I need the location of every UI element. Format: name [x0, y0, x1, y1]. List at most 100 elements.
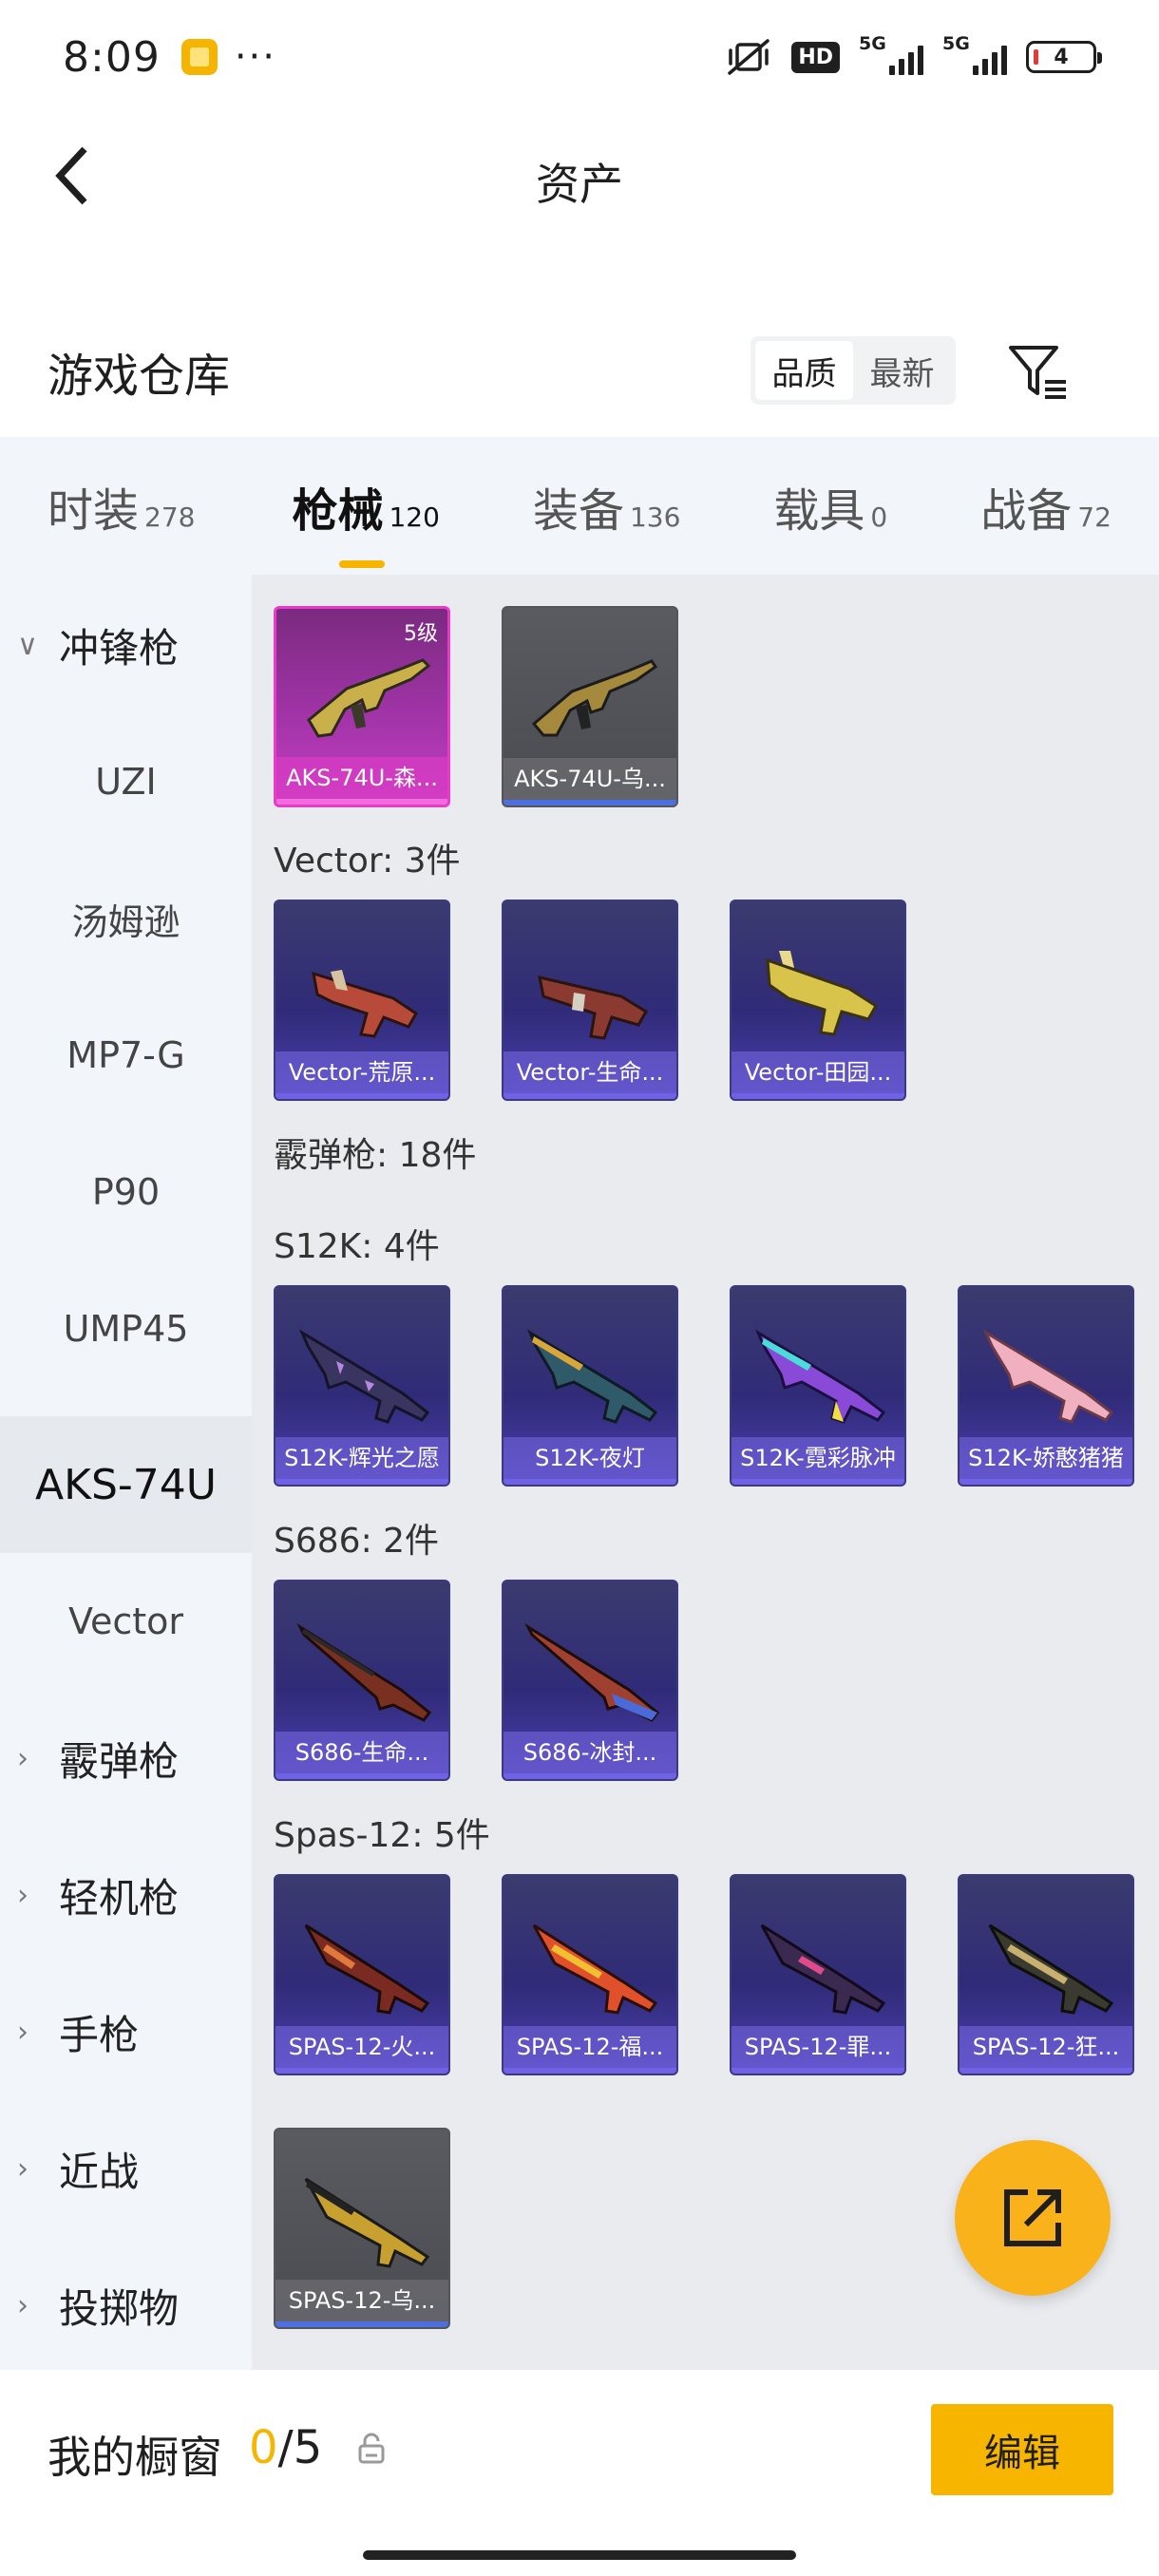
- weapon-card[interactable]: S686-冰封...: [502, 1580, 678, 1781]
- notification-app-icon: [180, 39, 218, 75]
- sidebar-item-mp7g[interactable]: MP7-G: [0, 987, 252, 1124]
- weapon-card[interactable]: Vector-田园...: [730, 900, 906, 1101]
- tab-count: 136: [629, 501, 681, 533]
- weapon-name: SPAS-12-福...: [504, 2026, 676, 2068]
- sidebar-item-label: 近战: [59, 2148, 140, 2195]
- weapon-card[interactable]: Vector-生命...: [502, 900, 678, 1101]
- sidebar-item-ump45[interactable]: UMP45: [0, 1260, 252, 1397]
- weapon-card[interactable]: S12K-夜灯: [502, 1285, 678, 1487]
- chevron-right-icon: ›: [17, 1878, 28, 1912]
- app-header: 资产: [0, 114, 1159, 242]
- edit-button[interactable]: 编辑: [931, 2404, 1113, 2495]
- sidebar-item-aks74u[interactable]: AKS-74U: [0, 1416, 252, 1553]
- chevron-right-icon: ›: [17, 2288, 28, 2322]
- weapon-card[interactable]: 5级 AKS-74U-森...: [274, 606, 450, 807]
- sidebar-item-uzi[interactable]: UZI: [0, 713, 252, 850]
- shotgun-icon: [526, 1329, 658, 1424]
- status-time: 8:09: [63, 32, 161, 82]
- home-indicator[interactable]: [363, 2550, 796, 2560]
- shotgun-icon: [988, 1923, 1114, 2015]
- sidebar-item-throwables[interactable]: › 投掷物: [0, 2237, 252, 2374]
- tab-equipment[interactable]: 装备 136: [533, 473, 680, 540]
- battery-icon: 4: [1026, 41, 1102, 73]
- tab-label: 枪械: [292, 483, 384, 538]
- showcase-count-total: /5: [277, 2421, 323, 2474]
- weapon-card[interactable]: SPAS-12-乌...: [274, 2128, 450, 2329]
- sidebar-item-label: 投掷物: [59, 2284, 180, 2332]
- tab-count: 120: [389, 501, 440, 533]
- weapon-card[interactable]: SPAS-12-罪...: [730, 1874, 906, 2075]
- weapon-card[interactable]: SPAS-12-狂...: [958, 1874, 1134, 2075]
- rifle-icon: [307, 658, 431, 738]
- chevron-right-icon: ›: [17, 2151, 28, 2186]
- tab-label: 载具: [773, 483, 865, 538]
- weapon-name: AKS-74U-乌...: [504, 758, 676, 800]
- status-bar: 8:09 ··· HD 5G 5G 4: [0, 0, 1159, 114]
- filter-icon: [1009, 346, 1066, 399]
- signal-strength-icon: 5G: [942, 33, 1007, 75]
- tab-label: 战备: [980, 483, 1073, 538]
- shotgun-icon: [296, 1622, 432, 1722]
- weapon-card[interactable]: S686-生命...: [274, 1580, 450, 1781]
- weapon-name: SPAS-12-火...: [276, 2026, 448, 2068]
- tab-count: 278: [144, 501, 196, 533]
- rifle-icon: [531, 659, 658, 737]
- weapon-name: SPAS-12-乌...: [276, 2280, 448, 2321]
- tab-supplies[interactable]: 战备 72: [980, 473, 1112, 540]
- showcase-count-current: 0: [249, 2421, 278, 2474]
- smg-icon: [538, 975, 649, 1040]
- tab-label: 装备: [532, 483, 624, 538]
- lock-icon: [358, 2433, 385, 2464]
- hd-voice-badge: HD: [791, 41, 840, 73]
- share-button[interactable]: [955, 2140, 1111, 2296]
- sidebar-item-label: 手枪: [59, 2011, 140, 2058]
- sidebar-item-label: Vector: [67, 1601, 184, 1642]
- sidebar-item-lmg[interactable]: › 轻机枪: [0, 1827, 252, 1963]
- shotgun-icon: [304, 2177, 430, 2268]
- weapon-card[interactable]: SPAS-12-火...: [274, 1874, 450, 2075]
- sidebar-item-thompson[interactable]: 汤姆逊: [0, 850, 252, 987]
- filter-button[interactable]: [1007, 340, 1070, 403]
- weapon-card[interactable]: Vector-荒原...: [274, 900, 450, 1101]
- shotgun-icon: [760, 1923, 886, 2015]
- sidebar-item-label: 汤姆逊: [71, 900, 180, 943]
- warehouse-title: 游戏仓库: [48, 350, 231, 403]
- sidebar-item-label: 轻机枪: [59, 1874, 180, 1922]
- weapon-name: AKS-74U-森...: [276, 757, 447, 799]
- tab-count: 72: [1077, 501, 1112, 533]
- sidebar-item-label: 霰弹枪: [59, 1737, 180, 1785]
- sidebar-item-pistol[interactable]: › 手枪: [0, 1963, 252, 2100]
- vibrate-mute-icon: [728, 39, 770, 75]
- weapon-card[interactable]: AKS-74U-乌...: [502, 606, 678, 807]
- shotgun-icon: [304, 1923, 430, 2015]
- weapon-card[interactable]: S12K-辉光之愿: [274, 1285, 450, 1487]
- warehouse-header: 游戏仓库 品质 最新: [0, 313, 1159, 418]
- tab-fashion[interactable]: 时装 278: [48, 473, 195, 540]
- sidebar-item-shotgun[interactable]: › 霰弹枪: [0, 1690, 252, 1827]
- section-title-vector: Vector: 3件: [274, 842, 461, 881]
- weapon-name: Vector-生命...: [504, 1051, 676, 1093]
- section-title-s686: S686: 2件: [274, 1522, 440, 1561]
- weapon-card[interactable]: SPAS-12-福...: [502, 1874, 678, 2075]
- sort-by-quality-button[interactable]: 品质: [755, 341, 853, 400]
- sidebar-item-melee[interactable]: › 近战: [0, 2100, 252, 2237]
- shotgun-icon: [532, 1923, 658, 2015]
- weapon-card[interactable]: S12K-霓彩脉冲: [730, 1285, 906, 1487]
- page-title: 资产: [536, 159, 623, 210]
- sort-by-newest-button[interactable]: 最新: [853, 341, 951, 400]
- network-type-label: 5G: [942, 33, 970, 54]
- network-type-label: 5G: [859, 33, 886, 54]
- sidebar-item-p90[interactable]: P90: [0, 1124, 252, 1260]
- weapon-card[interactable]: S12K-娇憨猪猪: [958, 1285, 1134, 1487]
- sidebar-item-label: UMP45: [63, 1308, 189, 1350]
- weapon-name: S12K-娇憨猪猪: [960, 1437, 1132, 1479]
- shotgun-icon: [524, 1622, 660, 1722]
- tab-vehicles[interactable]: 载具 0: [773, 473, 887, 540]
- tab-guns[interactable]: 枪械 120: [292, 473, 440, 568]
- sidebar-item-smg[interactable]: ∨ 冲锋枪: [0, 577, 252, 713]
- smg-icon: [766, 951, 879, 1036]
- sidebar-item-vector[interactable]: Vector: [0, 1553, 252, 1690]
- more-notifications-icon: ···: [234, 35, 276, 79]
- tab-count: 0: [870, 501, 888, 533]
- category-tabs: 时装 278 枪械 120 装备 136 载具 0 战备 72: [0, 437, 1159, 575]
